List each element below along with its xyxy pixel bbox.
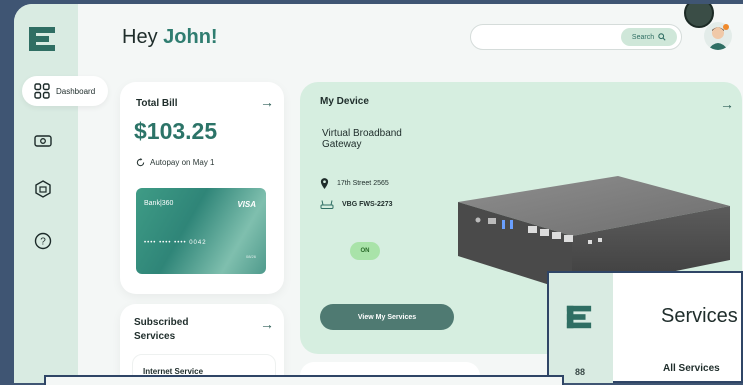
dashboard-grid-icon [34,83,50,99]
bill-amount: $103.25 [134,118,218,144]
device-address-row: 17th Street 2565 [320,178,389,189]
logo-icon [566,305,592,329]
device-name: Virtual Broadband Gateway [322,128,402,150]
location-pin-icon [320,178,329,189]
device-model: VBG FWS-2273 [342,201,393,208]
sidebar-item-label: Dashboard [56,86,96,96]
logo-icon [29,27,55,51]
total-bill-title: Total Bill [136,98,178,109]
arrow-right-icon[interactable]: → [260,94,274,110]
search-input[interactable]: Search [470,24,682,50]
search-icon [658,33,666,41]
card-expiry: 08/26 [245,254,256,259]
help-icon[interactable]: ? [34,232,52,250]
money-icon[interactable] [34,132,52,150]
card-number: •••• •••• •••• 0042 [144,240,207,246]
notification-dot [723,24,729,30]
refresh-icon [136,158,145,167]
services-preview-window: Services 88 All Services [547,271,743,383]
device-address: 17th Street 2565 [337,180,389,187]
autopay-text: Autopay on May 1 [150,158,215,167]
arrow-right-icon[interactable]: → [260,316,274,332]
router-icon [320,200,334,209]
search-button[interactable]: Search [621,28,677,46]
subscribed-services-card: Subscribed Services → Internet Service [120,304,284,383]
view-my-services-button[interactable]: View My Services [320,304,454,330]
all-services-tab[interactable]: All Services [663,363,720,374]
sidebar: Dashboard ? [14,4,108,383]
sidebar-item-dashboard[interactable]: Dashboard [22,76,108,106]
package-icon[interactable] [34,180,52,198]
total-bill-card: Total Bill → $103.25 Autopay on May 1 Ba… [120,82,284,294]
bottom-window-edge [44,375,564,385]
services-title: Services [661,305,738,327]
credit-card[interactable]: Bank|360 VISA •••• •••• •••• 0042 08/26 [136,188,266,274]
card-brand: VISA [237,200,256,209]
arrow-right-icon[interactable]: → [720,96,734,112]
autopay-info: Autopay on May 1 [136,158,214,167]
dashboard-grid-icon: 88 [575,367,586,377]
svg-text:?: ? [40,237,46,248]
user-name: John! [163,26,218,48]
greeting-text: Hey [122,26,158,48]
search-button-label: Search [631,33,655,41]
device-model-row: VBG FWS-2273 [320,200,393,209]
my-device-title: My Device [320,96,369,107]
status-toggle[interactable]: ON [350,242,380,260]
card-bank: Bank|360 [144,200,174,207]
page-title: Hey John! [122,26,218,49]
subscribed-services-title: Subscribed Services [134,317,189,342]
